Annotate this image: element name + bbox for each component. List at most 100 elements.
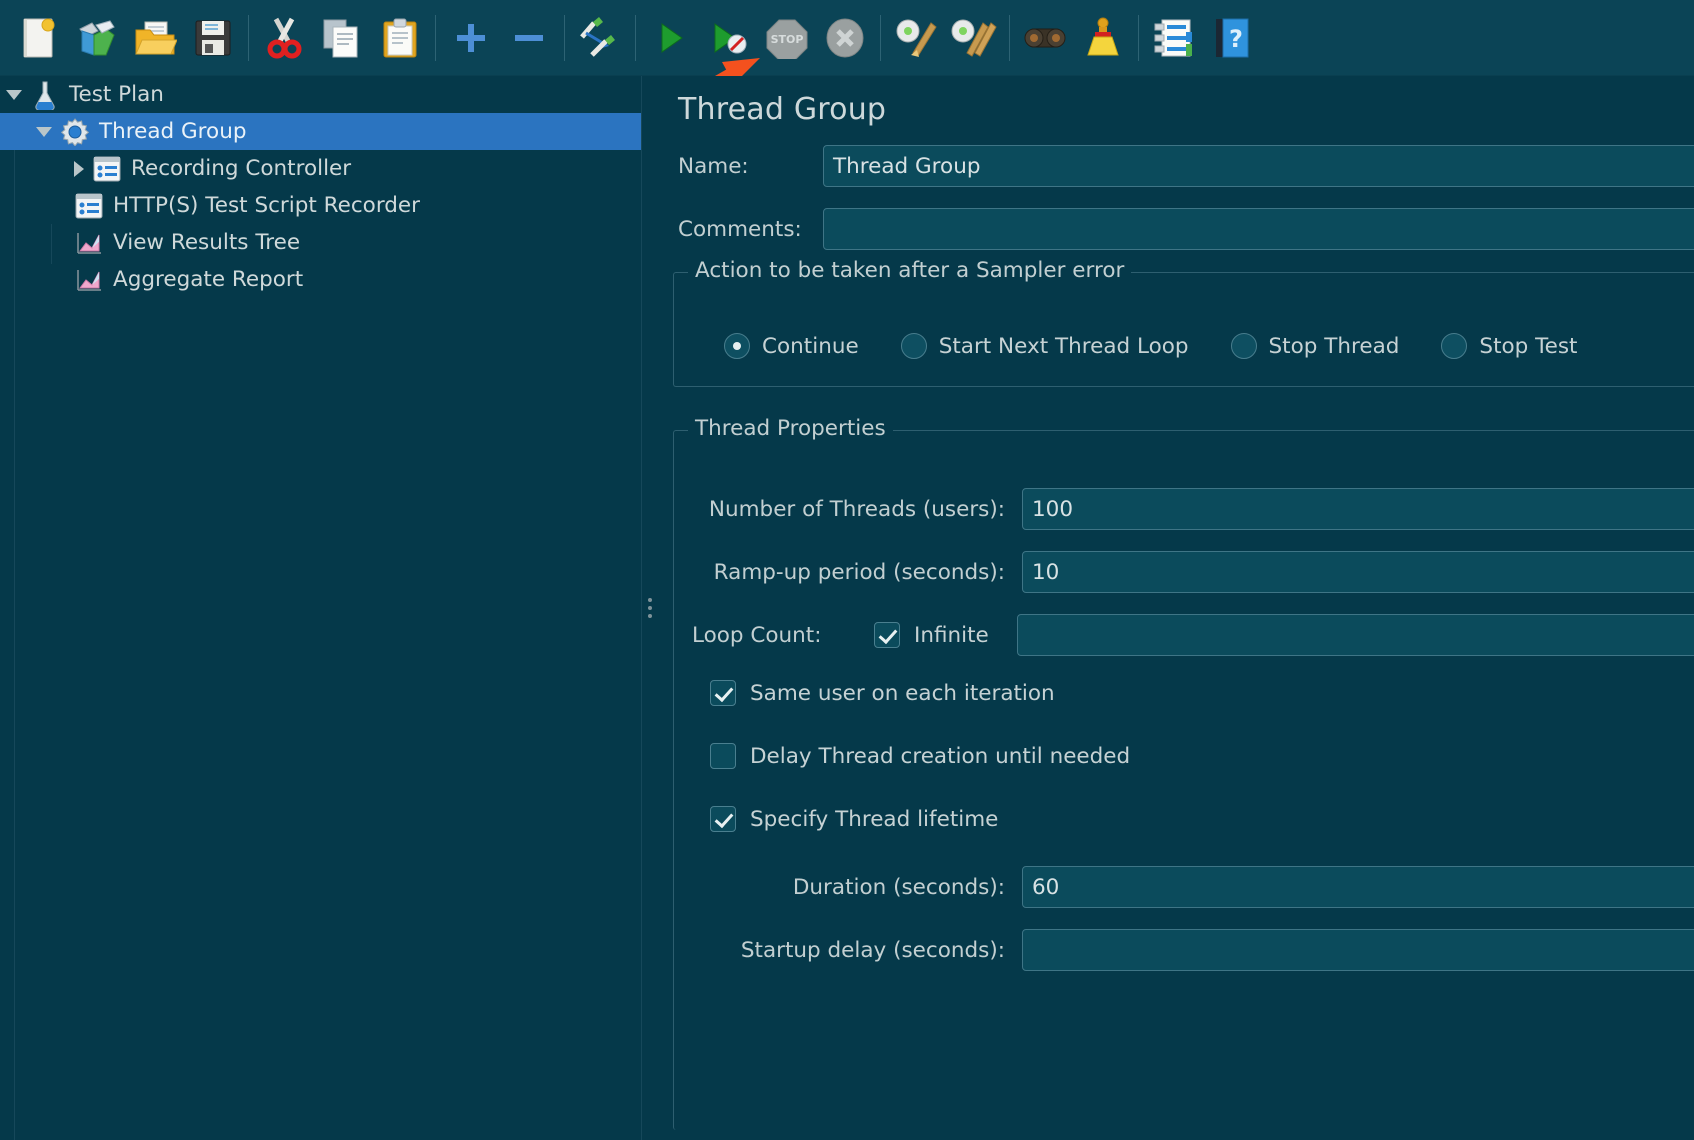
comments-label: Comments: <box>678 216 802 242</box>
help-icon[interactable]: ? <box>1203 9 1261 67</box>
splitter-line <box>641 76 642 1140</box>
twisty-down-icon[interactable] <box>6 89 22 100</box>
specify-lifetime-row[interactable]: Specify Thread lifetime <box>710 806 998 832</box>
toolbar-separator <box>1138 14 1139 61</box>
paste-icon[interactable] <box>371 9 429 67</box>
same-user-row[interactable]: Same user on each iteration <box>710 680 1055 706</box>
copy-icon[interactable] <box>313 9 371 67</box>
tree-node-label: Aggregate Report <box>113 266 304 292</box>
twisty-down-icon[interactable] <box>36 126 52 137</box>
ramp-up-label: Ramp-up period (seconds): <box>713 559 1005 585</box>
startup-delay-label: Startup delay (seconds): <box>740 937 1005 963</box>
comments-input[interactable] <box>823 208 1694 250</box>
loop-count-input[interactable] <box>1016 614 1694 656</box>
thread-properties-group: Thread Properties Number of Threads (use… <box>673 416 1694 1130</box>
start-no-pauses-icon[interactable] <box>700 9 758 67</box>
jmeter-window: STOP ? Test Plan Thread Group Recording … <box>0 0 1694 1140</box>
radio-mark-icon[interactable] <box>1230 333 1257 359</box>
same-user-checkbox[interactable] <box>710 680 736 706</box>
comments-row: Comments: <box>678 208 1694 250</box>
tree-node-aggregate-report[interactable]: Aggregate Report <box>0 261 641 298</box>
svg-text:?: ? <box>1229 25 1243 53</box>
tree-node-thread-group[interactable]: Thread Group <box>0 113 641 150</box>
duration-label: Duration (seconds): <box>792 874 1005 900</box>
toggle-icon[interactable] <box>571 9 629 67</box>
tree-node-label: Thread Group <box>99 118 247 144</box>
tree-node-view-results-tree[interactable]: View Results Tree <box>0 224 641 261</box>
delay-thread-checkbox[interactable] <box>710 743 736 769</box>
thread-group-icon <box>60 117 90 147</box>
stop-icon[interactable]: STOP <box>758 9 816 67</box>
toolbar-separator <box>880 14 881 61</box>
clear-icon[interactable] <box>887 9 945 67</box>
toolbar-separator <box>248 14 249 61</box>
thread-properties-legend: Thread Properties <box>688 416 893 441</box>
radio-label: Stop Test <box>1479 333 1578 359</box>
function-helper-icon[interactable] <box>1145 9 1203 67</box>
name-label: Name: <box>678 153 749 179</box>
sampler-error-legend: Action to be taken after a Sampler error <box>688 258 1132 283</box>
test-plan-icon <box>30 80 60 110</box>
radio-mark-selected-icon[interactable] <box>724 333 750 359</box>
radio-mark-icon[interactable] <box>900 333 927 359</box>
radio-label: Start Next Thread Loop <box>938 333 1189 359</box>
ramp-up-input[interactable]: 10 <box>1022 551 1694 593</box>
search-icon[interactable] <box>1016 9 1074 67</box>
view-results-tree-icon <box>74 228 104 258</box>
aggregate-report-icon <box>74 265 104 295</box>
toolbar-separator <box>1009 14 1010 61</box>
loop-count-label: Loop Count: <box>692 622 822 648</box>
splitter-grip-icon[interactable] <box>648 594 652 622</box>
specify-lifetime-checkbox[interactable] <box>710 806 736 832</box>
ramp-up-row: Ramp-up period (seconds): 10 <box>692 551 1694 593</box>
num-threads-label: Number of Threads (users): <box>708 496 1005 522</box>
tree-node-test-plan[interactable]: Test Plan <box>0 76 641 113</box>
radio-label: Continue <box>762 333 859 359</box>
radio-mark-icon[interactable] <box>1441 333 1468 359</box>
test-plan-tree[interactable]: Test Plan Thread Group Recording Control… <box>0 76 641 1140</box>
radio-continue[interactable]: Continue <box>724 333 859 359</box>
startup-delay-input[interactable] <box>1022 929 1694 971</box>
new-icon[interactable] <box>10 9 68 67</box>
tree-node-http-script-recorder[interactable]: HTTP(S) Test Script Recorder <box>0 187 641 224</box>
same-user-label: Same user on each iteration <box>750 680 1055 706</box>
open-icon[interactable] <box>126 9 184 67</box>
cut-icon[interactable] <box>255 9 313 67</box>
startup-delay-row: Startup delay (seconds): <box>692 929 1694 971</box>
sampler-error-radio-group: Continue Start Next Thread Loop Stop Thr… <box>724 333 1619 359</box>
num-threads-input[interactable]: 100 <box>1022 488 1694 530</box>
toolbar-separator <box>564 14 565 61</box>
http-script-recorder-icon <box>74 191 104 221</box>
radio-label: Stop Thread <box>1268 333 1400 359</box>
panel-splitter[interactable] <box>641 76 659 1140</box>
duration-row: Duration (seconds): 60 <box>692 866 1694 908</box>
delay-thread-row[interactable]: Delay Thread creation until needed <box>710 743 1130 769</box>
name-row: Name: Thread Group <box>678 145 1694 187</box>
reset-search-icon[interactable] <box>1074 9 1132 67</box>
recording-controller-icon <box>92 154 122 184</box>
start-icon[interactable] <box>642 9 700 67</box>
save-icon[interactable] <box>184 9 242 67</box>
tree-node-recording-controller[interactable]: Recording Controller <box>0 150 641 187</box>
collapse-all-icon[interactable] <box>500 9 558 67</box>
duration-input[interactable]: 60 <box>1022 866 1694 908</box>
tree-node-label: HTTP(S) Test Script Recorder <box>113 192 420 218</box>
specify-lifetime-label: Specify Thread lifetime <box>750 806 999 832</box>
page-title: Thread Group <box>678 92 887 127</box>
shutdown-icon[interactable] <box>816 9 874 67</box>
infinite-checkbox[interactable] <box>874 622 900 648</box>
twisty-right-icon[interactable] <box>74 160 84 177</box>
tree-node-label: View Results Tree <box>113 229 301 255</box>
radio-start-next-thread-loop[interactable]: Start Next Thread Loop <box>900 333 1189 359</box>
templates-icon[interactable] <box>68 9 126 67</box>
name-input[interactable]: Thread Group <box>823 145 1694 187</box>
clear-all-icon[interactable] <box>945 9 1003 67</box>
tree-node-label: Test Plan <box>69 81 164 107</box>
thread-group-editor: Thread Group Name: Thread Group Comments… <box>659 76 1694 1140</box>
main-toolbar: STOP ? <box>0 0 1694 76</box>
radio-stop-test[interactable]: Stop Test <box>1441 333 1577 359</box>
toolbar-separator <box>435 14 436 61</box>
loop-count-row: Loop Count: Infinite <box>692 614 1694 656</box>
radio-stop-thread[interactable]: Stop Thread <box>1230 333 1400 359</box>
expand-all-icon[interactable] <box>442 9 500 67</box>
